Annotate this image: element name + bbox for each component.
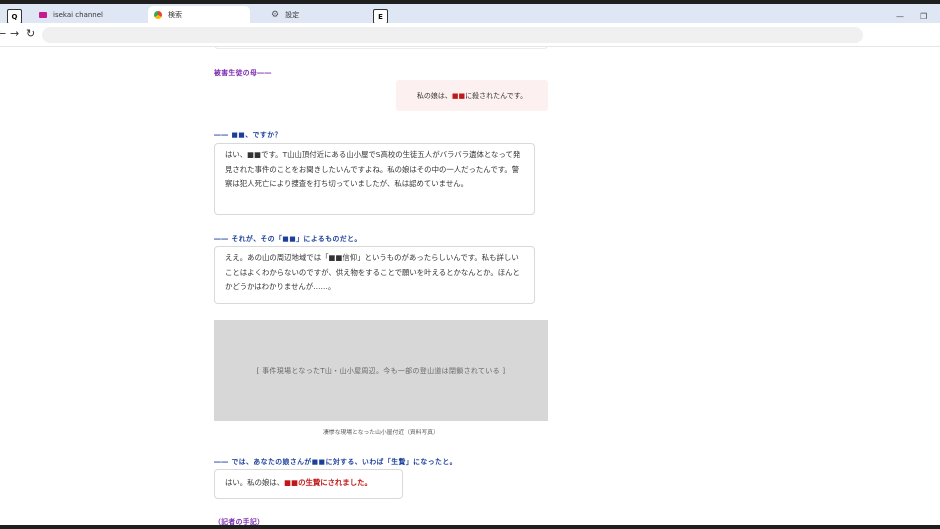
key-badge-e: E	[373, 9, 388, 24]
tab-label: 設定	[285, 10, 300, 19]
gear-icon: ⚙	[271, 9, 280, 20]
reporter-note-label: （記者の手記）	[214, 518, 265, 525]
answer-1: はい、■■です。T山山頂付近にある山小屋でS高校の生徒五人がバラバラ遺体となって…	[214, 143, 535, 215]
bottom-border	[0, 525, 940, 529]
question-2: ―― それが、その「■■」によるものだと。	[214, 235, 362, 243]
reload-button[interactable]: ↻	[26, 28, 35, 40]
tab-settings[interactable]: ⚙ 設定	[265, 6, 365, 23]
minimize-button[interactable]: —	[896, 12, 904, 21]
quote-text: 私の娘は、	[416, 91, 452, 100]
browser-window: Q isekai channel 検索 ⚙ 設定 E — ❐ ← → ↻ 被害生…	[0, 0, 940, 529]
tab-bar: Q isekai channel 検索 ⚙ 設定 E — ❐	[0, 4, 940, 24]
globe-favicon-icon	[154, 10, 162, 19]
answer-3-text: はい。私の娘は、	[225, 478, 285, 488]
key-badge-q: Q	[7, 9, 22, 24]
redacted-phrase: ■■の生贄にされました。	[284, 478, 372, 488]
browser-toolbar: ← → ↻	[0, 23, 940, 47]
question-3: ―― では、あなたの娘さんが■■に対する、いわば「生贄」になったと。	[214, 458, 457, 466]
tab-isekai-channel[interactable]: isekai channel	[33, 6, 145, 23]
tab-search[interactable]: 検索	[148, 6, 250, 23]
tab-label: isekai channel	[53, 10, 103, 19]
article-content: 被害生徒の母―― 私の娘は、 ■■ に殺されたんです。 ―― ■■、ですか？ はい、…	[0, 47, 940, 525]
tab-label: 検索	[168, 10, 182, 19]
photo-caption: 凄惨な現場となった山小屋付近（資料写真）	[323, 430, 439, 436]
mother-quote: 私の娘は、 ■■ に殺されたんです。	[396, 80, 548, 111]
previous-card-edge	[214, 47, 548, 49]
redacted-word: ■■	[451, 91, 466, 100]
forward-button[interactable]: →	[10, 28, 19, 40]
address-bar[interactable]	[42, 27, 863, 43]
quote-text-end: に殺されたんです。	[465, 91, 528, 100]
scene-photo-placeholder: [ 事件現場となったT山・山小屋周辺。今も一部の登山道は閉鎖されている ]	[214, 320, 548, 421]
answer-2: ええ。あの山の周辺地域では「■■信仰」というものがあったらしいんです。私も詳しい…	[214, 246, 535, 304]
answer-3: はい。私の娘は、 ■■の生贄にされました。	[214, 469, 403, 499]
question-1: ―― ■■、ですか？	[214, 131, 282, 139]
back-button[interactable]: ←	[0, 28, 6, 40]
restore-button[interactable]: ❐	[920, 12, 927, 21]
isekai-channel-favicon-icon	[39, 11, 47, 18]
speaker-label: 被害生徒の母――	[214, 69, 272, 77]
